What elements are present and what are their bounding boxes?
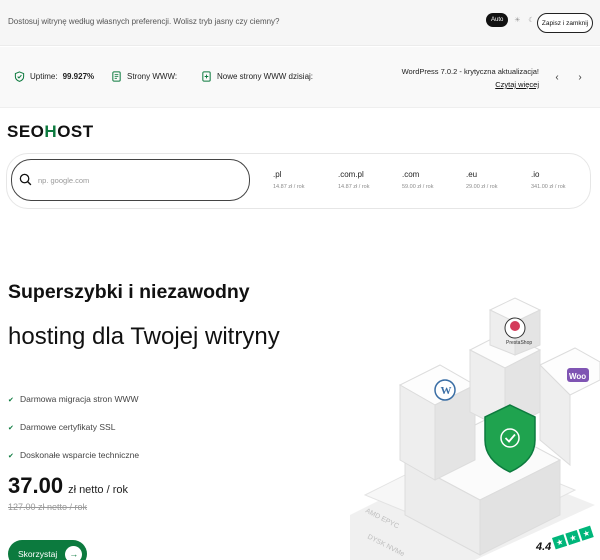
woocommerce-label: Woo xyxy=(569,372,586,381)
tld-ext: .com xyxy=(402,170,420,179)
tld-ext: .eu xyxy=(466,170,478,179)
save-and-close-button[interactable]: Zapisz i zamknij xyxy=(537,13,593,33)
check-icon: ✔ xyxy=(8,452,14,460)
domain-search-input[interactable] xyxy=(38,169,238,191)
cta-button[interactable]: Skorzystaj → xyxy=(8,540,87,560)
price-unit: zł netto / rok xyxy=(68,484,128,496)
new-sites-stat: Nowe strony WWW dzisiaj: xyxy=(201,71,313,82)
hero-heading-line2: hosting dla Twojej witryny xyxy=(8,323,280,350)
feature-item: ✔ Doskonałe wsparcie techniczne xyxy=(8,441,139,469)
tld-price: 59.00 zł / rok xyxy=(402,184,434,190)
chevron-right-icon[interactable]: › xyxy=(573,70,587,84)
uptime-label: Uptime: xyxy=(30,72,58,81)
tld-price: 14.87 zł / rok xyxy=(338,184,370,190)
tld-item[interactable]: .com.pl 14.87 zł / rok xyxy=(338,170,370,190)
sun-icon[interactable]: ☀ xyxy=(512,15,522,25)
tld-item[interactable]: .io 341.00 zł / rok xyxy=(531,170,566,190)
tld-item[interactable]: .eu 29.00 zł / rok xyxy=(466,170,498,190)
theme-prompt-text: Dostosuj witrynę według własnych prefere… xyxy=(8,17,280,26)
uptime-value: 99.927% xyxy=(62,72,95,81)
theme-mode-auto-button[interactable]: Auto xyxy=(486,13,509,27)
old-price: 127.00 zł netto / rok xyxy=(8,502,88,512)
check-icon: ✔ xyxy=(8,396,14,404)
status-bar: Uptime: 99.927% Strony WWW: Nowe strony … xyxy=(0,47,600,108)
feature-item: ✔ Darmowe certyfikaty SSL xyxy=(8,413,139,441)
uptime-shield-icon xyxy=(14,71,25,82)
sites-label: Strony WWW: xyxy=(127,72,178,81)
price-value: 37.00 xyxy=(8,473,64,498)
tld-price: 14.87 zł / rok xyxy=(273,184,305,190)
cta-label: Skorzystaj xyxy=(18,549,58,559)
news-title: WordPress 7.0.2 - krytyczna aktualizacja… xyxy=(401,67,539,76)
tld-item[interactable]: .pl 14.87 zł / rok xyxy=(273,170,305,190)
tld-ext: .pl xyxy=(273,170,282,179)
tld-price: 29.00 zł / rok xyxy=(466,184,498,190)
check-icon: ✔ xyxy=(8,424,14,432)
trustpilot-rating: 4.4 xyxy=(536,541,552,553)
document-add-icon xyxy=(202,71,211,82)
logo-text-ost: OST xyxy=(57,122,94,141)
logo[interactable]: SEOHOST xyxy=(7,122,94,142)
tld-ext: .io xyxy=(531,170,540,179)
tld-ext: .com.pl xyxy=(338,170,364,179)
tld-price: 341.00 zł / rok xyxy=(531,184,566,190)
theme-bar: Dostosuj witrynę według własnych prefere… xyxy=(0,0,600,46)
feature-label: Darmowe certyfikaty SSL xyxy=(20,422,116,432)
new-sites-label: Nowe strony WWW dzisiaj: xyxy=(217,72,314,81)
feature-list: ✔ Darmowa migracja stron WWW ✔ Darmowe c… xyxy=(8,385,139,469)
feature-label: Doskonałe wsparcie techniczne xyxy=(20,450,140,460)
hero-heading-line1: Superszybki i niezawodny xyxy=(8,281,250,303)
search-icon xyxy=(19,173,32,186)
tld-item[interactable]: .com 59.00 zł / rok xyxy=(402,170,434,190)
uptime-stat: Uptime: 99.927% xyxy=(14,71,94,82)
document-icon xyxy=(112,71,121,82)
theme-mode-switcher: Auto ☀ ☾ xyxy=(486,13,536,27)
chevron-left-icon[interactable]: ‹ xyxy=(550,70,564,84)
arrow-right-icon: → xyxy=(65,545,83,560)
wordpress-icon: W xyxy=(441,385,452,397)
feature-label: Darmowa migracja stron WWW xyxy=(20,394,139,404)
price-row: 37.00 zł netto / rok xyxy=(8,473,128,499)
news-read-more-link[interactable]: Czytaj więcej xyxy=(495,80,539,89)
logo-text-seo: SEO xyxy=(7,122,45,141)
prestashop-label: PrestaShop xyxy=(506,340,532,346)
feature-item: ✔ Darmowa migracja stron WWW xyxy=(8,385,139,413)
sites-stat: Strony WWW: xyxy=(111,71,177,82)
moon-icon[interactable]: ☾ xyxy=(526,15,536,25)
logo-text-h: H xyxy=(44,122,58,141)
server-illustration: PrestaShop W Woo AMD EPYC DYSK NVMe xyxy=(350,297,600,560)
